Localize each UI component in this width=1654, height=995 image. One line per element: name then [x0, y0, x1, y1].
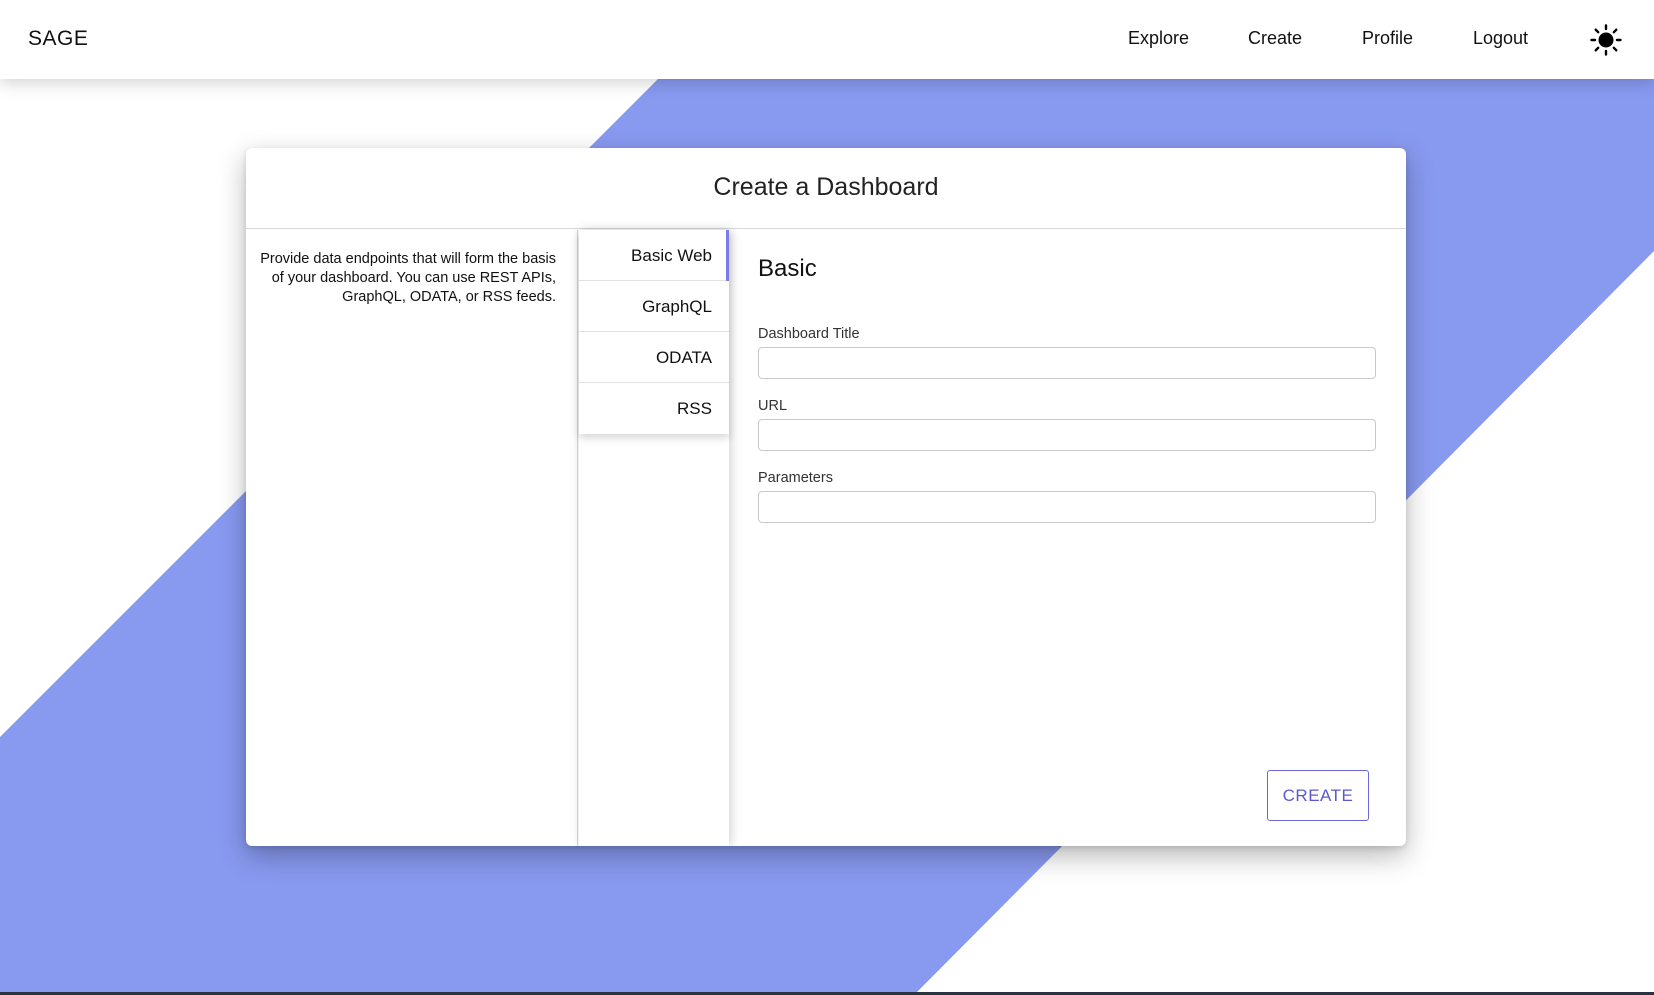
tab-graphql[interactable]: GraphQL: [579, 281, 729, 332]
basic-form-panel: Basic Dashboard Title URL Parameters CRE…: [730, 230, 1406, 846]
dashboard-title-input[interactable]: [758, 347, 1376, 379]
endpoint-type-tabs: Basic Web GraphQL ODATA RSS: [579, 230, 729, 846]
brand-logo[interactable]: SAGE: [28, 27, 88, 51]
description-panel: Provide data endpoints that will form th…: [246, 230, 578, 846]
tab-list: Basic Web GraphQL ODATA RSS: [579, 230, 729, 434]
dashboard-title-label: Dashboard Title: [758, 326, 860, 342]
section-title: Basic: [758, 255, 817, 282]
top-navigation-bar: SAGE Explore Create Profile Logout: [0, 0, 1654, 79]
parameters-label: Parameters: [758, 470, 833, 486]
create-dashboard-card: Create a Dashboard Provide data endpoint…: [246, 148, 1406, 846]
sun-icon[interactable]: [1590, 24, 1622, 56]
card-header: Create a Dashboard: [246, 148, 1406, 229]
nav-explore-link[interactable]: Explore: [1128, 28, 1189, 49]
tab-basic-web[interactable]: Basic Web: [579, 230, 729, 281]
description-text: Provide data endpoints that will form th…: [260, 251, 556, 305]
card-title: Create a Dashboard: [713, 173, 939, 201]
tab-odata[interactable]: ODATA: [579, 332, 729, 383]
create-button[interactable]: CREATE: [1267, 770, 1369, 821]
nav-logout-link[interactable]: Logout: [1473, 28, 1528, 49]
url-input[interactable]: [758, 419, 1376, 451]
parameters-input[interactable]: [758, 491, 1376, 523]
nav-profile-link[interactable]: Profile: [1362, 28, 1413, 49]
tab-rss[interactable]: RSS: [579, 383, 729, 434]
url-label: URL: [758, 398, 788, 414]
nav-create-link[interactable]: Create: [1248, 28, 1302, 49]
page: SAGE Explore Create Profile Logout Creat…: [0, 0, 1654, 995]
